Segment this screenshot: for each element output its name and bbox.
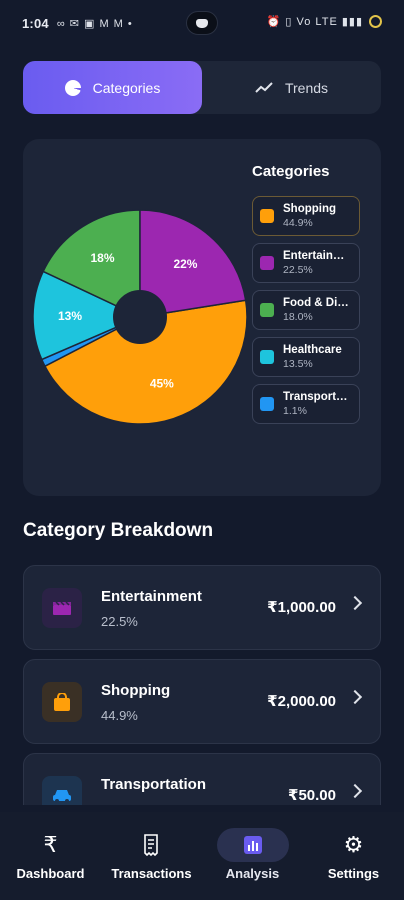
gear-icon: ⚙ <box>318 828 390 862</box>
tab-trends[interactable]: Trends <box>202 61 381 114</box>
legend-percent: 1.1% <box>283 405 307 417</box>
category-row-shopping[interactable]: Shopping 44.9% ₹2,000.00 <box>23 659 381 744</box>
legend-title: Categories <box>252 163 330 180</box>
legend-swatch <box>260 350 274 364</box>
category-amount: ₹1,000.00 <box>267 599 336 616</box>
category-amount: ₹50.00 <box>288 787 336 804</box>
bottom-navigation: ₹ Dashboard Transactions Analysis ⚙ Settings <box>0 812 404 900</box>
slice-label: 45% <box>150 377 174 391</box>
battery-icon <box>369 15 382 28</box>
camera-cutout <box>186 11 218 35</box>
legend-label: Healthcare <box>283 344 342 356</box>
status-bar: 1:04 ∞ ✉ ▣ M M • ⏰ ▯ Vo LTE ▮▮▮ <box>0 0 404 46</box>
category-percent: 1.1% <box>101 802 131 805</box>
pie-chart: 45% 13% 18% 22% <box>32 209 248 425</box>
legend-swatch <box>260 303 274 317</box>
slice-label: 18% <box>90 251 114 265</box>
donut-hole <box>113 290 167 344</box>
rupee-icon: ₹ <box>15 828 87 862</box>
chart-legend: Shopping 44.9% Entertainment 22.5% Food & … <box>252 196 360 431</box>
legend-percent: 44.9% <box>283 217 313 229</box>
category-row-entertainment[interactable]: Entertainment 22.5% ₹1,000.00 <box>23 565 381 650</box>
legend-item[interactable]: Shopping 44.9% <box>252 196 360 236</box>
nav-analysis[interactable]: Analysis <box>202 812 303 900</box>
category-breakdown-list: Entertainment 22.5% ₹1,000.00 Shopping 4… <box>23 565 381 805</box>
legend-swatch <box>260 397 274 411</box>
legend-percent: 13.5% <box>283 358 313 370</box>
legend-item[interactable]: Entertainment 22.5% <box>252 243 360 283</box>
legend-item[interactable]: Food & Dining 18.0% <box>252 290 360 330</box>
nav-glyph: ₹ <box>43 832 58 857</box>
legend-item[interactable]: Transportation 1.1% <box>252 384 360 424</box>
category-row-transportation[interactable]: Transportation 1.1% ₹50.00 <box>23 753 381 805</box>
tab-categories[interactable]: Categories <box>23 61 202 114</box>
legend-swatch <box>260 256 274 270</box>
trend-line-icon <box>255 81 273 93</box>
section-title: Category Breakdown <box>23 520 214 541</box>
category-name: Shopping <box>101 682 171 699</box>
pie-chart-icon <box>64 79 81 96</box>
nav-label: Settings <box>327 866 380 881</box>
legend-label: Shopping <box>283 203 337 215</box>
legend-item[interactable]: Healthcare 13.5% <box>252 337 360 377</box>
nav-transactions[interactable]: Transactions <box>101 812 202 900</box>
legend-percent: 22.5% <box>283 264 313 276</box>
category-chart-card: 45% 13% 18% 22% Categories Shopping 44.9% En… <box>23 139 381 496</box>
system-status-text: ⏰ ▯ Vo LTE ▮▮▮ <box>266 16 363 28</box>
analytics-icon <box>216 828 289 862</box>
legend-percent: 18.0% <box>283 311 313 323</box>
status-time: 1:04 <box>22 15 49 31</box>
legend-label: Transportation <box>283 391 353 403</box>
receipt-icon <box>116 828 188 862</box>
category-percent: 22.5% <box>101 614 138 629</box>
legend-swatch <box>260 209 274 223</box>
category-name: Transportation <box>101 776 207 793</box>
car-icon <box>42 776 82 805</box>
slice-label: 22% <box>173 257 197 271</box>
nav-label: Transactions <box>111 866 192 881</box>
chevron-right-icon <box>347 783 363 799</box>
tab-categories-label: Categories <box>92 79 161 96</box>
category-name: Entertainment <box>101 588 202 605</box>
notification-icons: ∞ ✉ ▣ M M • <box>56 17 133 30</box>
system-icons: ⏰ ▯ Vo LTE ▮▮▮ <box>267 15 382 28</box>
shopping-bag-icon <box>42 682 82 722</box>
nav-settings[interactable]: ⚙ Settings <box>303 812 404 900</box>
view-toggle: Categories Trends <box>23 61 381 114</box>
legend-label: Entertainment <box>283 250 353 262</box>
film-icon <box>42 588 82 628</box>
nav-label: Analysis <box>225 866 280 881</box>
category-amount: ₹2,000.00 <box>267 693 336 710</box>
nav-glyph: ⚙ <box>343 832 364 857</box>
nav-dashboard[interactable]: ₹ Dashboard <box>0 812 101 900</box>
legend-label: Food & Dining <box>283 297 353 309</box>
category-percent: 44.9% <box>101 708 138 723</box>
chevron-right-icon <box>347 595 363 611</box>
chevron-right-icon <box>347 689 363 705</box>
tab-trends-label: Trends <box>284 79 329 96</box>
slice-label: 13% <box>58 309 82 323</box>
nav-label: Dashboard <box>16 866 85 881</box>
